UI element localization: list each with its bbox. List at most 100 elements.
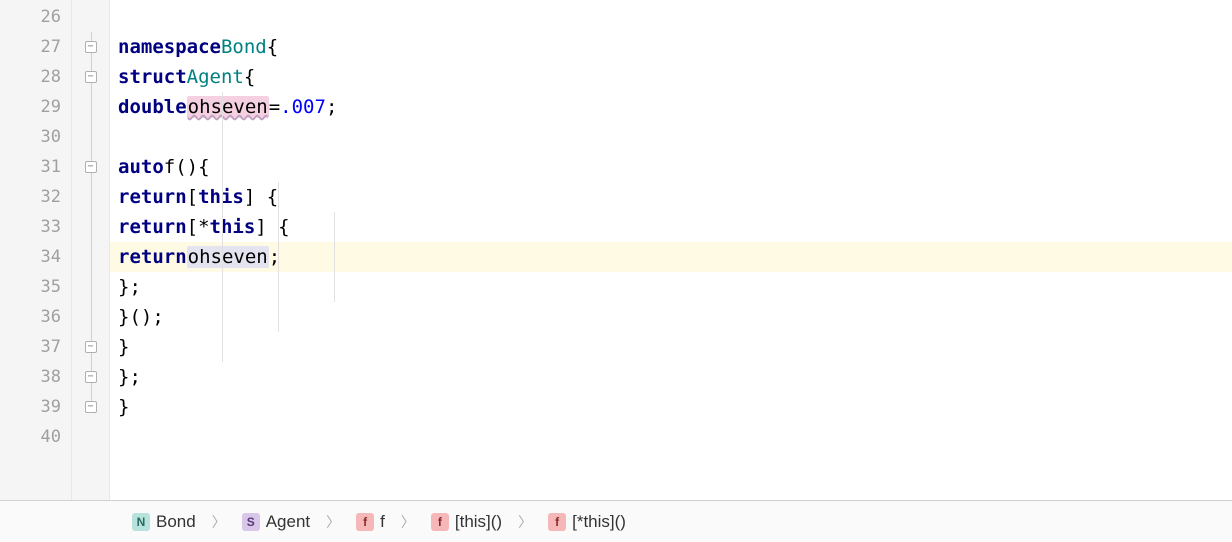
fold-toggle-icon[interactable] — [85, 41, 97, 53]
type-name: Bond — [221, 36, 267, 58]
fold-row — [72, 182, 109, 212]
fold-row — [72, 422, 109, 452]
chevron-right-icon: 〉 — [314, 512, 352, 532]
code-line[interactable] — [110, 2, 1232, 32]
keyword: return — [118, 186, 187, 208]
fold-row — [72, 302, 109, 332]
numeric-literal: .007 — [280, 96, 326, 118]
punct: [ — [187, 186, 198, 208]
breadcrumb-item-namespace[interactable]: N Bond — [128, 510, 200, 534]
punct: ] { — [255, 216, 289, 238]
code-line[interactable]: } — [110, 332, 1232, 362]
code-line[interactable]: }(); — [110, 302, 1232, 332]
breadcrumb-label: [*this]() — [572, 512, 626, 532]
line-number[interactable]: 39 — [0, 392, 71, 422]
member-field: ohseven — [187, 96, 269, 118]
punct: } — [118, 336, 129, 358]
line-number[interactable]: 33 — [0, 212, 71, 242]
line-number[interactable]: 37 — [0, 332, 71, 362]
member-reference: ohseven — [187, 246, 269, 268]
fold-row — [72, 32, 109, 62]
fold-toggle-icon[interactable] — [85, 401, 97, 413]
keyword: struct — [118, 66, 187, 88]
code-line[interactable] — [110, 122, 1232, 152]
keyword: double — [118, 96, 187, 118]
code-line[interactable]: auto f() { — [110, 152, 1232, 182]
breadcrumb-label: Agent — [266, 512, 310, 532]
fold-row — [72, 2, 109, 32]
fold-toggle-icon[interactable] — [85, 371, 97, 383]
fold-row — [72, 392, 109, 422]
keyword: return — [118, 216, 187, 238]
punct: { — [244, 66, 255, 88]
line-number[interactable]: 38 — [0, 362, 71, 392]
fold-column — [72, 0, 110, 500]
struct-icon: S — [242, 513, 260, 531]
breadcrumb-label: Bond — [156, 512, 196, 532]
code-line[interactable]: double ohseven = .007; — [110, 92, 1232, 122]
punct: ; — [326, 96, 337, 118]
breadcrumb-item-function[interactable]: f f — [352, 510, 389, 534]
breadcrumb-item-lambda[interactable]: f [this]() — [427, 510, 506, 534]
fold-row — [72, 152, 109, 182]
breadcrumb-label: f — [380, 512, 385, 532]
function-icon: f — [431, 513, 449, 531]
code-area[interactable]: namespace Bond { struct Agent { double o… — [110, 0, 1232, 500]
punct: { — [267, 36, 278, 58]
punct: } — [118, 396, 129, 418]
editor-area: 26 27 28 29 30 31 32 33 34 35 36 37 38 3… — [0, 0, 1232, 500]
breadcrumb-item-lambda[interactable]: f [*this]() — [544, 510, 630, 534]
fold-row — [72, 122, 109, 152]
fold-toggle-icon[interactable] — [85, 341, 97, 353]
punct: }; — [118, 366, 141, 388]
line-number[interactable]: 31 — [0, 152, 71, 182]
code-line-current[interactable]: return ohseven; — [110, 242, 1232, 272]
chevron-right-icon: 〉 — [200, 512, 238, 532]
line-number-gutter: 26 27 28 29 30 31 32 33 34 35 36 37 38 3… — [0, 0, 72, 500]
line-number[interactable]: 36 — [0, 302, 71, 332]
fold-toggle-icon[interactable] — [85, 161, 97, 173]
chevron-right-icon: 〉 — [506, 512, 544, 532]
punct: = — [269, 96, 280, 118]
keyword: return — [118, 246, 187, 268]
fold-row — [72, 272, 109, 302]
function-icon: f — [356, 513, 374, 531]
fold-row — [72, 212, 109, 242]
code-line[interactable]: return [*this] { — [110, 212, 1232, 242]
punct: }(); — [118, 306, 164, 328]
fold-row — [72, 62, 109, 92]
breadcrumb-label: [this]() — [455, 512, 502, 532]
code-line[interactable]: namespace Bond { — [110, 32, 1232, 62]
line-number[interactable]: 26 — [0, 2, 71, 32]
code-line[interactable]: }; — [110, 362, 1232, 392]
keyword: auto — [118, 156, 164, 178]
keyword: namespace — [118, 36, 221, 58]
punct: [* — [187, 216, 210, 238]
code-line[interactable] — [110, 422, 1232, 452]
fold-row — [72, 332, 109, 362]
code-line[interactable]: struct Agent { — [110, 62, 1232, 92]
line-number[interactable]: 30 — [0, 122, 71, 152]
type-name: Agent — [187, 66, 244, 88]
line-number[interactable]: 35 — [0, 272, 71, 302]
punct: }; — [118, 276, 141, 298]
punct: () — [175, 156, 198, 178]
code-line[interactable]: } — [110, 392, 1232, 422]
breadcrumb-bar: N Bond 〉 S Agent 〉 f f 〉 f [this]() 〉 f … — [0, 500, 1232, 542]
code-line[interactable]: }; — [110, 272, 1232, 302]
line-number[interactable]: 28 — [0, 62, 71, 92]
code-line[interactable]: return [this] { — [110, 182, 1232, 212]
fold-row — [72, 362, 109, 392]
line-number[interactable]: 32 — [0, 182, 71, 212]
breadcrumb-item-struct[interactable]: S Agent — [238, 510, 314, 534]
fold-row — [72, 92, 109, 122]
chevron-right-icon: 〉 — [389, 512, 427, 532]
function-name: f — [164, 156, 175, 178]
punct: ] { — [244, 186, 278, 208]
line-number[interactable]: 40 — [0, 422, 71, 452]
fold-toggle-icon[interactable] — [85, 71, 97, 83]
line-number[interactable]: 29 — [0, 92, 71, 122]
keyword: this — [210, 216, 256, 238]
line-number[interactable]: 34 — [0, 242, 71, 272]
line-number[interactable]: 27 — [0, 32, 71, 62]
